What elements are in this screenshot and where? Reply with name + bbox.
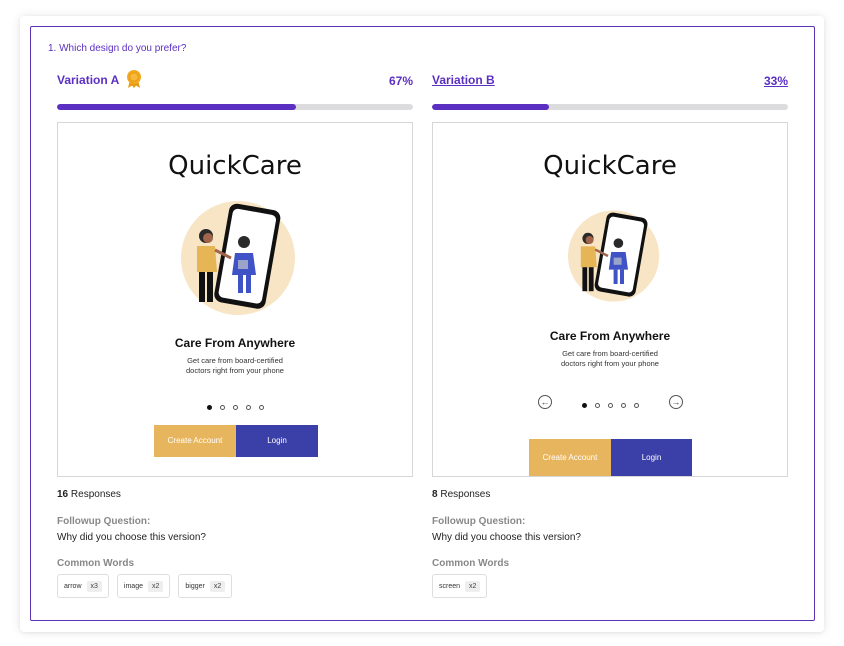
- responses-count: 8: [432, 489, 438, 500]
- carousel-dots: [433, 397, 787, 409]
- preview-tagline: Care From Anywhere: [174, 336, 296, 350]
- responses-count: 16: [57, 489, 69, 500]
- variation-b-percent[interactable]: 33%: [764, 74, 788, 88]
- create-account-button[interactable]: Create Account: [529, 439, 611, 476]
- variation-b-preview[interactable]: QuickCare Care From Anywhere Get care fr…: [432, 122, 788, 477]
- doctor-phone-illustration: [568, 210, 660, 302]
- preview-logo: QuickCare: [168, 151, 302, 181]
- variation-b-header: Variation B 33%: [432, 70, 788, 92]
- doctor-phone-illustration: [181, 201, 295, 315]
- variation-a-progress-fill: [57, 104, 296, 110]
- carousel-dot[interactable]: [206, 405, 212, 411]
- common-words-label: Common Words: [432, 558, 510, 569]
- variation-b-progress: [432, 104, 788, 110]
- question-title: 1. Which design do you prefer?: [48, 43, 187, 54]
- variation-b-column: Variation B 33% QuickCare Care From Anyw…: [432, 70, 788, 598]
- preview-description-line-1: Get care from board-certified: [562, 349, 658, 358]
- word-chip[interactable]: bigger x2: [178, 574, 233, 598]
- word-chip-text: arrow: [64, 582, 82, 590]
- variation-a-column: Variation A 67% QuickCare Care From Anyw…: [57, 70, 413, 598]
- carousel-dots: [58, 399, 412, 411]
- variation-b-title[interactable]: Variation B: [432, 73, 495, 87]
- carousel-dot[interactable]: [620, 403, 626, 409]
- word-chip[interactable]: screen x2: [432, 574, 488, 598]
- common-words-label: Common Words: [57, 558, 135, 569]
- variation-a-percent: 67%: [388, 74, 413, 88]
- arrow-right-circle-icon[interactable]: →: [669, 395, 683, 409]
- variation-a-preview[interactable]: QuickCare Care From Anywhere Get care fr…: [57, 122, 413, 477]
- word-chip[interactable]: image x2: [116, 574, 171, 598]
- common-words-list: arrow x3 image x2 bigger x2: [57, 574, 233, 598]
- followup-label: Followup Question:: [432, 516, 526, 527]
- followup-text: Why did you choose this version?: [57, 532, 206, 543]
- responses-label: Responses: [440, 489, 491, 500]
- responses-label: Responses: [70, 489, 121, 500]
- word-chip[interactable]: arrow x3: [57, 574, 109, 598]
- preview-tagline: Care From Anywhere: [549, 329, 671, 343]
- carousel-dot[interactable]: [581, 403, 587, 409]
- carousel-dot[interactable]: [594, 403, 600, 409]
- login-button[interactable]: Login: [236, 425, 318, 457]
- variation-a-header: Variation A 67%: [57, 70, 413, 92]
- word-chip-count: x3: [86, 580, 102, 592]
- word-chip-count: x2: [148, 580, 164, 592]
- followup-text: Why did you choose this version?: [432, 532, 581, 543]
- carousel-dot[interactable]: [633, 403, 639, 409]
- preview-description-line-2: doctors right from your phone: [186, 366, 284, 375]
- carousel-dot[interactable]: [258, 405, 264, 411]
- preview-description-line-2: doctors right from your phone: [561, 359, 659, 368]
- variation-b-progress-fill: [432, 104, 550, 110]
- carousel-dot[interactable]: [219, 405, 225, 411]
- variation-a-responses: 16 Responses: [57, 489, 121, 500]
- followup-label: Followup Question:: [57, 516, 151, 527]
- word-chip-text: bigger: [185, 582, 205, 590]
- login-button[interactable]: Login: [611, 439, 692, 476]
- word-chip-count: x2: [209, 580, 226, 592]
- preview-logo: QuickCare: [543, 151, 677, 181]
- variation-b-responses: 8 Responses: [432, 489, 490, 500]
- award-ribbon-icon: [127, 70, 141, 88]
- variation-a-title[interactable]: Variation A: [57, 73, 119, 87]
- variation-a-progress: [57, 104, 413, 110]
- carousel-dot[interactable]: [607, 403, 613, 409]
- word-chip-count: x2: [465, 580, 481, 592]
- word-chip-text: image: [123, 582, 143, 590]
- carousel-dot[interactable]: [232, 405, 238, 411]
- word-chip-text: screen: [439, 582, 461, 590]
- carousel-dot[interactable]: [245, 405, 251, 411]
- common-words-list: screen x2: [432, 574, 488, 598]
- create-account-button[interactable]: Create Account: [154, 425, 236, 457]
- preview-description-line-1: Get care from board-certified: [187, 356, 283, 365]
